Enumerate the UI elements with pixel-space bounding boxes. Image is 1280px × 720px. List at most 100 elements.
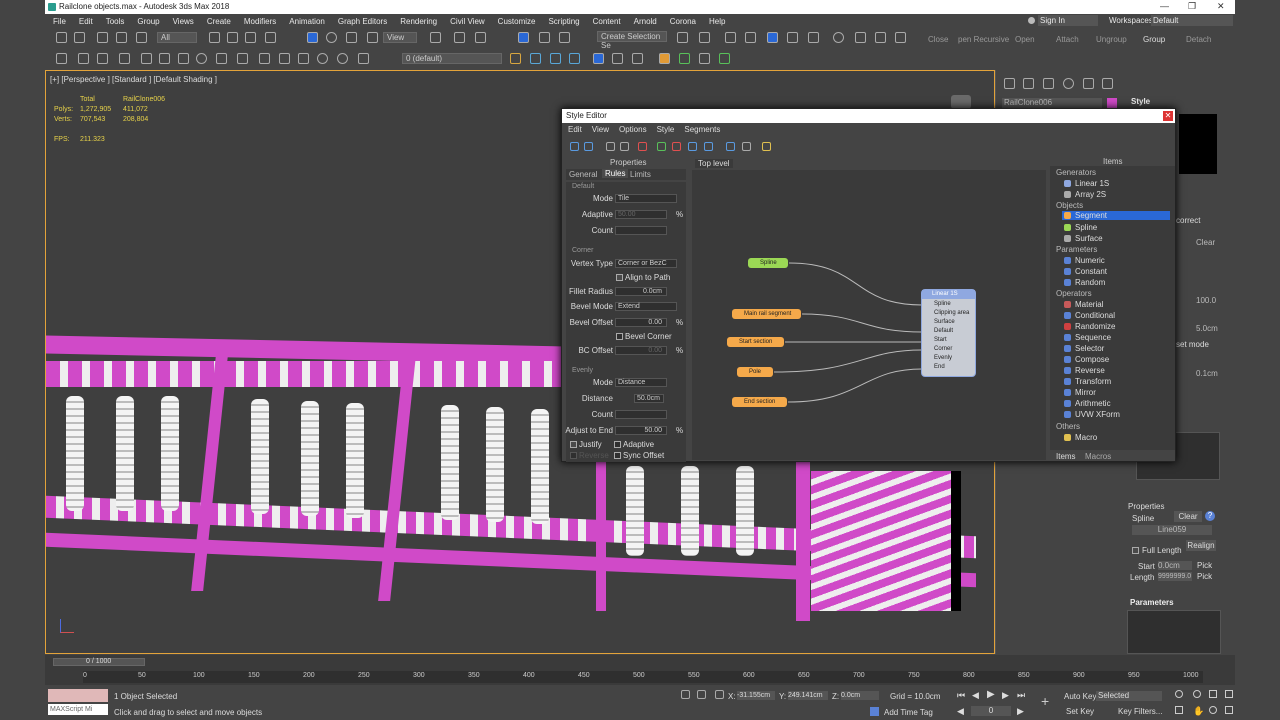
settings-icon[interactable] [196, 53, 207, 64]
ungroup-label[interactable]: Ungroup [1096, 35, 1127, 44]
hierarchy-tab-icon[interactable] [1043, 78, 1054, 89]
item-segment[interactable]: Segment [1062, 211, 1170, 220]
paint-icon[interactable] [178, 53, 189, 64]
item-material[interactable]: Material [1064, 300, 1103, 309]
help-icon[interactable]: ? [1205, 511, 1215, 521]
se-pause-icon[interactable] [762, 142, 771, 151]
object-color-swatch[interactable] [1107, 98, 1117, 108]
forest-effects-icon[interactable] [719, 53, 730, 64]
tab-general[interactable]: General [569, 170, 597, 179]
render-setup-icon[interactable] [855, 32, 866, 43]
close-group-label[interactable]: Close [928, 35, 948, 44]
se-export-icon[interactable] [742, 142, 751, 151]
viewport-label[interactable]: [+] [Perspective ] [Standard ] [Default … [50, 75, 217, 84]
pivot-icon[interactable] [430, 32, 441, 43]
railclone-lib-icon[interactable] [632, 53, 643, 64]
end-section-node[interactable]: End section [732, 397, 787, 407]
play-icon[interactable]: ▶ [987, 689, 995, 700]
main-rail-node[interactable]: Main rail segment [732, 309, 801, 319]
move-icon[interactable] [307, 32, 318, 43]
se-copy-icon[interactable] [606, 142, 615, 151]
selection-filter-dropdown[interactable]: All [157, 32, 197, 43]
objects-category[interactable]: Objects [1056, 201, 1083, 210]
pct-field[interactable]: 100.0 [1196, 296, 1216, 305]
add-time-tag-label[interactable]: Add Time Tag [884, 708, 933, 717]
bevel-mode-dropdown[interactable]: Extend [615, 302, 677, 311]
layer-explorer-icon[interactable] [725, 32, 736, 43]
align-to-path-checkbox[interactable] [616, 274, 623, 281]
lightbulb-icon[interactable] [337, 53, 348, 64]
percent-snap-icon[interactable] [559, 32, 570, 43]
time-slider[interactable]: 0 / 1000 [53, 658, 145, 666]
justify-checkbox[interactable] [570, 441, 577, 448]
place-icon[interactable] [367, 32, 378, 43]
port-start[interactable]: Start [934, 337, 947, 343]
se-menu-view[interactable]: View [592, 125, 609, 137]
forest-pack-icon[interactable] [659, 53, 670, 64]
item-randomize[interactable]: Randomize [1064, 322, 1115, 331]
menu-corona[interactable]: Corona [670, 17, 696, 26]
menu-scripting[interactable]: Scripting [548, 17, 579, 26]
group-label[interactable]: Group [1143, 35, 1165, 44]
space-warp-icon[interactable] [317, 53, 328, 64]
add-layer-icon[interactable] [510, 53, 521, 64]
snaps-toggle-icon[interactable] [518, 32, 529, 43]
item-macro[interactable]: Macro [1064, 433, 1097, 442]
time-config-icon[interactable]: ▶ [1017, 706, 1024, 717]
macros-tab[interactable]: Macros [1085, 452, 1111, 461]
open-recursive-label[interactable]: pen Recursive [958, 35, 1009, 44]
zoom-icon[interactable] [1175, 690, 1183, 698]
se-menu-segments[interactable]: Segments [684, 125, 720, 137]
adaptive-field[interactable]: 50.00 [615, 210, 667, 219]
key-mode-icon[interactable]: ◀ [957, 706, 964, 717]
menu-graph-editors[interactable]: Graph Editors [338, 17, 387, 26]
item-compose[interactable]: Compose [1064, 355, 1109, 364]
set-key-icon[interactable]: + [1041, 694, 1055, 708]
render-frame-icon[interactable] [875, 32, 886, 43]
se-apply-icon[interactable] [657, 142, 666, 151]
menu-help[interactable]: Help [709, 17, 725, 26]
spline-node[interactable]: Spline [748, 258, 788, 268]
menu-content[interactable]: Content [593, 17, 621, 26]
layer-stack-icon[interactable] [530, 53, 541, 64]
item-array-2s[interactable]: Array 2S [1064, 190, 1106, 199]
start-section-node[interactable]: Start section [727, 337, 784, 347]
mode-dropdown[interactable]: Tile [615, 194, 677, 203]
item-surface[interactable]: Surface [1064, 234, 1103, 243]
detach-label[interactable]: Detach [1186, 35, 1211, 44]
adjust-to-end-field[interactable]: 50.00 [615, 426, 667, 435]
item-reverse[interactable]: Reverse [1064, 366, 1105, 375]
item-numeric[interactable]: Numeric [1064, 256, 1105, 265]
rect-selection-icon[interactable] [245, 32, 256, 43]
brush-icon[interactable] [141, 53, 152, 64]
z-coord-field[interactable]: 0.0cm [841, 691, 879, 700]
others-category[interactable]: Others [1056, 422, 1080, 431]
rotate-icon[interactable] [326, 32, 337, 43]
full-length-checkbox[interactable] [1132, 547, 1139, 554]
sign-in-dropdown[interactable]: Sign In [1038, 15, 1098, 26]
forest-tools-icon[interactable] [679, 53, 690, 64]
current-frame-field[interactable]: 0 [971, 706, 1011, 716]
item-mirror[interactable]: Mirror [1064, 388, 1096, 397]
parameters-category[interactable]: Parameters [1056, 245, 1097, 254]
attach-label[interactable]: Attach [1056, 35, 1079, 44]
parameters-rollout-label[interactable]: Parameters [1130, 598, 1174, 607]
undo-icon[interactable] [56, 32, 67, 43]
port-end[interactable]: End [934, 364, 945, 370]
bucket-icon[interactable] [97, 53, 108, 64]
port-corner[interactable]: Corner [934, 346, 952, 352]
vertex-type-dropdown[interactable]: Corner or BezC [615, 259, 677, 268]
link-icon[interactable] [97, 32, 108, 43]
isolate-icon[interactable] [681, 690, 690, 699]
menu-views[interactable]: Views [173, 17, 194, 26]
operators-category[interactable]: Operators [1056, 289, 1092, 298]
sync-offset-checkbox[interactable] [614, 452, 621, 459]
distance-field[interactable]: 50.0cm [634, 394, 664, 403]
workspaces-dropdown[interactable]: Default [1151, 15, 1233, 26]
se-redo-icon[interactable] [584, 142, 593, 151]
tab-rules[interactable]: Rules [602, 169, 629, 178]
y-coord-field[interactable]: 249.141cm [788, 691, 828, 700]
item-conditional[interactable]: Conditional [1064, 311, 1115, 320]
orbit-icon[interactable] [1209, 706, 1217, 714]
zoom-extents-icon[interactable] [1209, 690, 1217, 698]
